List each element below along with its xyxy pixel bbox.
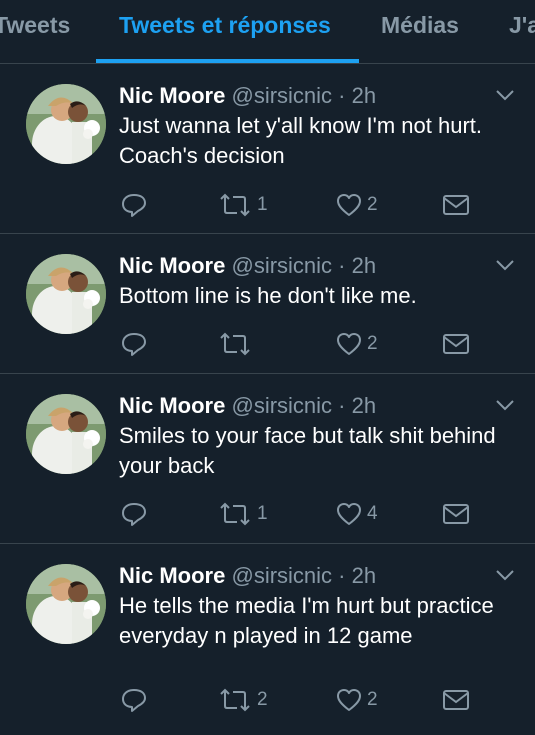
tweet-text: Bottom line is he don't like me. <box>119 283 417 308</box>
reply-button[interactable] <box>120 190 148 220</box>
tweet-header: Nic Moore @sirsicnic · 2h <box>119 82 376 110</box>
message-button[interactable] <box>441 685 471 715</box>
like-button[interactable]: 2 <box>335 190 378 220</box>
chevron-down-icon[interactable] <box>495 568 515 582</box>
reply-icon <box>122 194 146 217</box>
tweet-time[interactable]: 2h <box>352 83 376 108</box>
heart-icon <box>337 194 361 216</box>
author-name[interactable]: Nic Moore <box>119 563 225 588</box>
avatar[interactable] <box>26 254 106 334</box>
retweet-button[interactable]: 1 <box>217 190 268 220</box>
tab-tweets[interactable]: Tweets <box>0 12 70 39</box>
tweet[interactable]: Nic Moore @sirsicnic · 2h Bottom line is… <box>0 234 535 374</box>
retweet-icon <box>220 332 250 356</box>
profile-tabs: Tweets Tweets et réponses Médias J'aime <box>0 0 535 64</box>
avatar[interactable] <box>26 564 106 644</box>
message-button[interactable] <box>441 329 471 359</box>
chevron-down-icon[interactable] <box>495 258 515 272</box>
retweet-count: 1 <box>257 194 268 215</box>
tweet-header: Nic Moore @sirsicnic · 2h <box>119 562 376 590</box>
meta-separator: · <box>338 563 346 588</box>
reply-icon <box>122 689 146 712</box>
avatar[interactable] <box>26 394 106 474</box>
tweet[interactable]: Nic Moore @sirsicnic · 2h Just wanna let… <box>0 64 535 234</box>
reply-button[interactable] <box>120 685 148 715</box>
tab-likes[interactable]: J'aime <box>509 12 535 39</box>
retweet-count: 2 <box>257 689 268 710</box>
reply-icon <box>122 333 146 356</box>
tweet-time[interactable]: 2h <box>352 393 376 418</box>
tab-media[interactable]: Médias <box>381 12 459 39</box>
author-handle[interactable]: @sirsicnic <box>231 563 332 588</box>
message-button[interactable] <box>441 190 471 220</box>
tweet-feed: Nic Moore @sirsicnic · 2h Just wanna let… <box>0 64 535 735</box>
retweet-button[interactable] <box>217 329 257 359</box>
author-handle[interactable]: @sirsicnic <box>231 253 332 278</box>
like-button[interactable]: 4 <box>335 499 378 529</box>
chevron-down-icon[interactable] <box>495 398 515 412</box>
avatar[interactable] <box>26 84 106 164</box>
like-count: 4 <box>367 503 378 524</box>
envelope-icon <box>443 195 469 215</box>
like-count: 2 <box>367 194 378 215</box>
tweet-header: Nic Moore @sirsicnic · 2h <box>119 392 376 420</box>
tweet-text: He tells the media I'm hurt but practice… <box>119 593 494 648</box>
envelope-icon <box>443 690 469 710</box>
tweet-actions: 1 4 <box>0 499 535 529</box>
reply-icon <box>122 503 146 526</box>
tweet[interactable]: Nic Moore @sirsicnic · 2h Smiles to your… <box>0 374 535 544</box>
author-handle[interactable]: @sirsicnic <box>231 83 332 108</box>
heart-icon <box>337 333 361 355</box>
retweet-icon <box>220 688 250 712</box>
envelope-icon <box>443 504 469 524</box>
retweet-button[interactable]: 1 <box>217 499 268 529</box>
tweet-header: Nic Moore @sirsicnic · 2h <box>119 252 376 280</box>
tweet-actions: 2 2 <box>0 685 535 715</box>
retweet-icon <box>220 502 250 526</box>
retweet-count: 1 <box>257 503 268 524</box>
heart-icon <box>337 503 361 525</box>
envelope-icon <box>443 334 469 354</box>
active-tab-indicator <box>96 59 359 63</box>
tweet[interactable]: Nic Moore @sirsicnic · 2h He tells the m… <box>0 544 535 735</box>
like-count: 2 <box>367 689 378 710</box>
meta-separator: · <box>338 253 346 278</box>
tab-tweets-and-replies[interactable]: Tweets et réponses <box>119 12 331 39</box>
tweet-text: Just wanna let y'all know I'm not hurt. … <box>119 113 483 168</box>
reply-button[interactable] <box>120 329 148 359</box>
author-name[interactable]: Nic Moore <box>119 393 225 418</box>
like-count: 2 <box>367 333 378 354</box>
tweet-time[interactable]: 2h <box>352 563 376 588</box>
author-name[interactable]: Nic Moore <box>119 83 225 108</box>
meta-separator: · <box>338 393 346 418</box>
tweet-actions: 1 2 <box>0 190 535 220</box>
author-handle[interactable]: @sirsicnic <box>231 393 332 418</box>
like-button[interactable]: 2 <box>335 329 378 359</box>
meta-separator: · <box>338 83 346 108</box>
message-button[interactable] <box>441 499 471 529</box>
retweet-button[interactable]: 2 <box>217 685 268 715</box>
heart-icon <box>337 689 361 711</box>
tweet-time[interactable]: 2h <box>352 253 376 278</box>
tweet-actions: 2 <box>0 329 535 359</box>
like-button[interactable]: 2 <box>335 685 378 715</box>
retweet-icon <box>220 193 250 217</box>
reply-button[interactable] <box>120 499 148 529</box>
tweet-text: Smiles to your face but talk shit behind… <box>119 423 496 478</box>
chevron-down-icon[interactable] <box>495 88 515 102</box>
author-name[interactable]: Nic Moore <box>119 253 225 278</box>
